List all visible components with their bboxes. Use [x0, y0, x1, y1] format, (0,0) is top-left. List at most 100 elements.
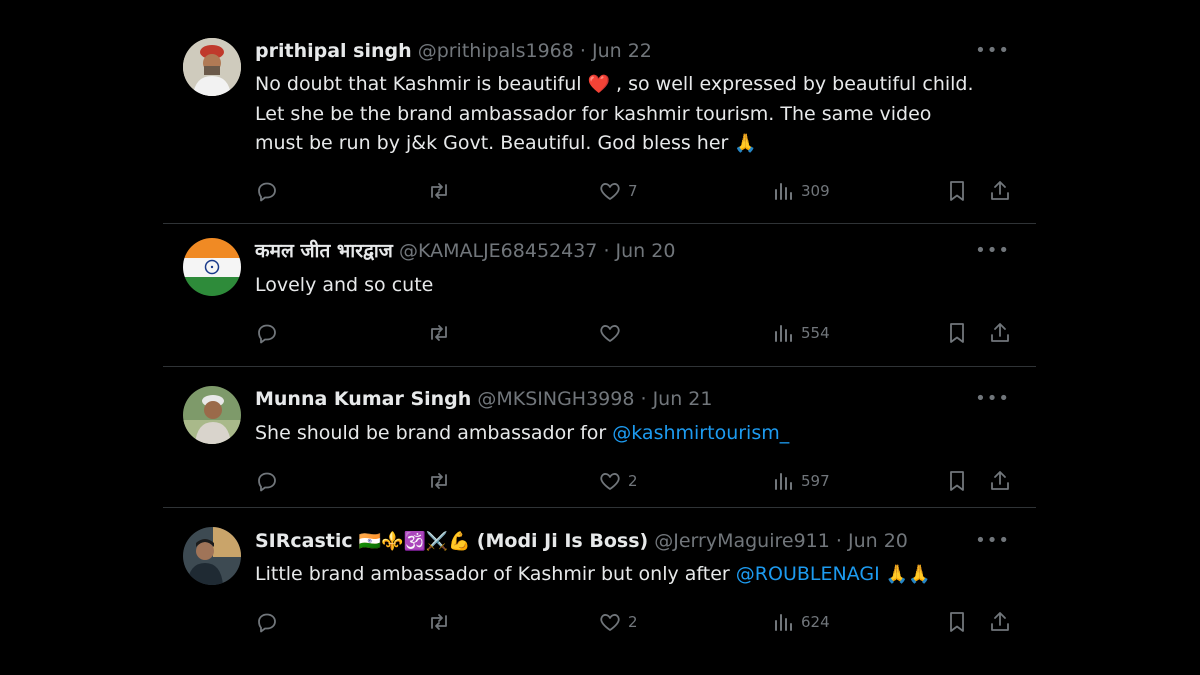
reply-button[interactable] [255, 319, 279, 347]
like-count: 2 [628, 472, 638, 490]
author-handle[interactable]: @KAMALJE68452437 [399, 240, 597, 262]
post-date[interactable]: Jun 22 [592, 40, 652, 62]
views-icon [775, 473, 792, 490]
folded-hands-emoji: 🙏 [734, 133, 757, 154]
reply-icon [258, 182, 276, 202]
reply-item[interactable]: कमल जीत भारद्वाज @KAMALJE68452437 · Jun … [163, 224, 1036, 365]
reply-button[interactable] [255, 177, 279, 205]
author-name[interactable]: prithipal singh [255, 40, 412, 62]
separator: · [603, 240, 610, 262]
views-button[interactable]: 554 [771, 319, 830, 347]
share-button[interactable] [988, 177, 1012, 205]
reply-item[interactable]: SIRcastic 🇮🇳⚜️🕉️⚔️💪 (Modi Ji Is Boss) @J… [163, 508, 1036, 675]
action-bar: 554 [255, 319, 1015, 347]
separator: · [579, 40, 586, 62]
person-avatar-image [183, 386, 241, 444]
like-count: 7 [628, 182, 638, 200]
post-date[interactable]: Jun 20 [848, 530, 908, 552]
share-button[interactable] [988, 608, 1012, 636]
india-flag-avatar [183, 238, 241, 296]
reply-text: Little brand ambassador of Kashmir but o… [255, 560, 985, 590]
retweet-button[interactable] [426, 319, 452, 347]
views-count: 624 [801, 613, 830, 631]
author-handle[interactable]: @JerryMaguire911 [654, 530, 830, 552]
reply-item[interactable]: prithipal singh @prithipals1968 · Jun 22… [163, 0, 1036, 223]
author-name[interactable]: Munna Kumar Singh [255, 388, 471, 410]
views-count: 554 [801, 324, 830, 342]
like-button[interactable]: 2 [598, 467, 638, 495]
avatar[interactable] [183, 386, 241, 444]
bookmark-icon [950, 181, 964, 201]
separator: · [835, 530, 842, 552]
reply-icon [258, 472, 276, 492]
retweet-icon [431, 473, 447, 489]
reply-text: No doubt that Kashmir is beautiful ❤️ , … [255, 70, 985, 159]
retweet-button[interactable] [426, 177, 452, 205]
reply-header: prithipal singh @prithipals1968 · Jun 22 [255, 38, 652, 64]
mention-link[interactable]: @ROUBLENAGI [736, 563, 880, 585]
post-date[interactable]: Jun 20 [616, 240, 676, 262]
folded-hands-emoji: 🙏🙏 [885, 564, 931, 585]
views-count: 309 [801, 182, 830, 200]
like-button[interactable]: 7 [598, 177, 638, 205]
bookmark-icon [950, 323, 964, 343]
bookmark-icon [950, 612, 964, 632]
retweet-button[interactable] [426, 467, 452, 495]
more-options-icon[interactable]: ••• [975, 530, 1010, 551]
bookmark-button[interactable] [945, 467, 969, 495]
person-avatar-image [183, 38, 241, 96]
reply-icon [258, 324, 276, 344]
post-date[interactable]: Jun 21 [653, 388, 713, 410]
mention-link[interactable]: @kashmirtourism_ [612, 422, 789, 444]
retweet-icon [431, 325, 447, 341]
views-icon [775, 614, 792, 631]
reply-text-part: She should be brand ambassador for [255, 422, 613, 444]
reply-item[interactable]: Munna Kumar Singh @MKSINGH3998 · Jun 21 … [163, 367, 1036, 507]
views-count: 597 [801, 472, 830, 490]
views-icon [775, 325, 792, 342]
retweet-button[interactable] [426, 608, 452, 636]
action-bar: 2 597 [255, 467, 1015, 495]
retweet-icon [431, 614, 447, 630]
views-button[interactable]: 309 [771, 177, 830, 205]
share-icon [991, 323, 1009, 342]
reply-header: कमल जीत भारद्वाज @KAMALJE68452437 · Jun … [255, 238, 675, 264]
reply-icon [258, 613, 276, 633]
more-options-icon[interactable]: ••• [975, 240, 1010, 261]
person-avatar-image [183, 527, 241, 585]
retweet-icon [431, 183, 447, 199]
views-button[interactable]: 597 [771, 467, 830, 495]
share-button[interactable] [988, 467, 1012, 495]
reply-button[interactable] [255, 467, 279, 495]
views-button[interactable]: 624 [771, 608, 830, 636]
reply-text: She should be brand ambassador for @kash… [255, 419, 985, 449]
share-icon [991, 471, 1009, 490]
bookmark-button[interactable] [945, 608, 969, 636]
like-button[interactable]: 2 [598, 608, 638, 636]
author-name[interactable]: SIRcastic [255, 530, 353, 552]
author-handle[interactable]: @MKSINGH3998 [477, 388, 634, 410]
avatar[interactable] [183, 38, 241, 96]
action-bar: 7 309 [255, 177, 1015, 205]
like-count: 2 [628, 613, 638, 631]
like-button[interactable] [598, 319, 628, 347]
red-heart-emoji: ❤️ [587, 74, 610, 95]
more-options-icon[interactable]: ••• [975, 388, 1010, 409]
author-name-suffix[interactable]: (Modi Ji Is Boss) [477, 530, 648, 552]
reply-button[interactable] [255, 608, 279, 636]
bookmark-button[interactable] [945, 177, 969, 205]
avatar[interactable] [183, 238, 241, 296]
more-options-icon[interactable]: ••• [975, 40, 1010, 61]
like-icon [600, 614, 620, 631]
share-button[interactable] [988, 319, 1012, 347]
author-handle[interactable]: @prithipals1968 [418, 40, 574, 62]
avatar[interactable] [183, 527, 241, 585]
reply-text-part: Little brand ambassador of Kashmir but o… [255, 563, 736, 585]
share-icon [991, 612, 1009, 631]
like-icon [600, 473, 620, 490]
bookmark-button[interactable] [945, 319, 969, 347]
bookmark-icon [950, 471, 964, 491]
share-icon [991, 181, 1009, 200]
author-name[interactable]: कमल जीत भारद्वाज [255, 240, 393, 262]
replies-feed: prithipal singh @prithipals1968 · Jun 22… [163, 0, 1036, 675]
